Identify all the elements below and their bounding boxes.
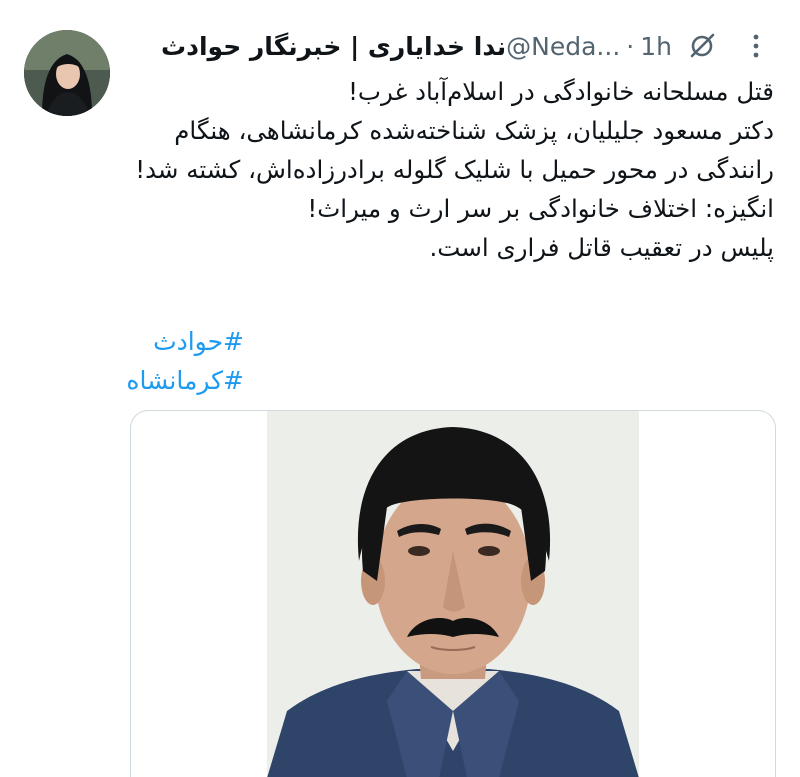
hashtag-link[interactable]: #حوادث	[126, 322, 244, 361]
author-display-name[interactable]: ندا خدایاری | خبرنگار حوادث	[161, 32, 506, 61]
hashtag-list: #حوادث #کرمانشاه	[126, 322, 244, 400]
tweet-header: ندا خدایاری | خبرنگار حوادث @Neda... · 1…	[151, 26, 776, 66]
tweet-text-line: دکتر مسعود جلیلیان، پزشک شناخته‌شده کرما…	[135, 116, 774, 184]
author-handle[interactable]: @Neda...	[506, 32, 620, 61]
tweet-time[interactable]: 1h	[640, 32, 672, 61]
tweet-text-line: پلیس در تعقیب قاتل فراری است.	[429, 233, 775, 262]
tweet-text: قتل مسلحانه خانوادگی در اسلام‌آباد غرب! …	[134, 72, 774, 267]
portrait-photo	[267, 411, 639, 777]
tweet-text-line: قتل مسلحانه خانوادگی در اسلام‌آباد غرب!	[348, 77, 774, 106]
tweet-media[interactable]	[130, 410, 776, 777]
avatar-image	[24, 30, 110, 116]
more-dots-icon[interactable]	[736, 26, 776, 66]
hashtag-link[interactable]: #کرمانشاه	[126, 361, 244, 400]
grok-icon[interactable]	[686, 30, 718, 62]
tweet-text-line: انگیزه: اختلاف خانوادگی بر سر ارث و میرا…	[307, 194, 774, 223]
tweet[interactable]: ندا خدایاری | خبرنگار حوادث @Neda... · 1…	[0, 0, 800, 777]
avatar[interactable]	[24, 30, 110, 116]
time-separator: ·	[626, 31, 635, 61]
